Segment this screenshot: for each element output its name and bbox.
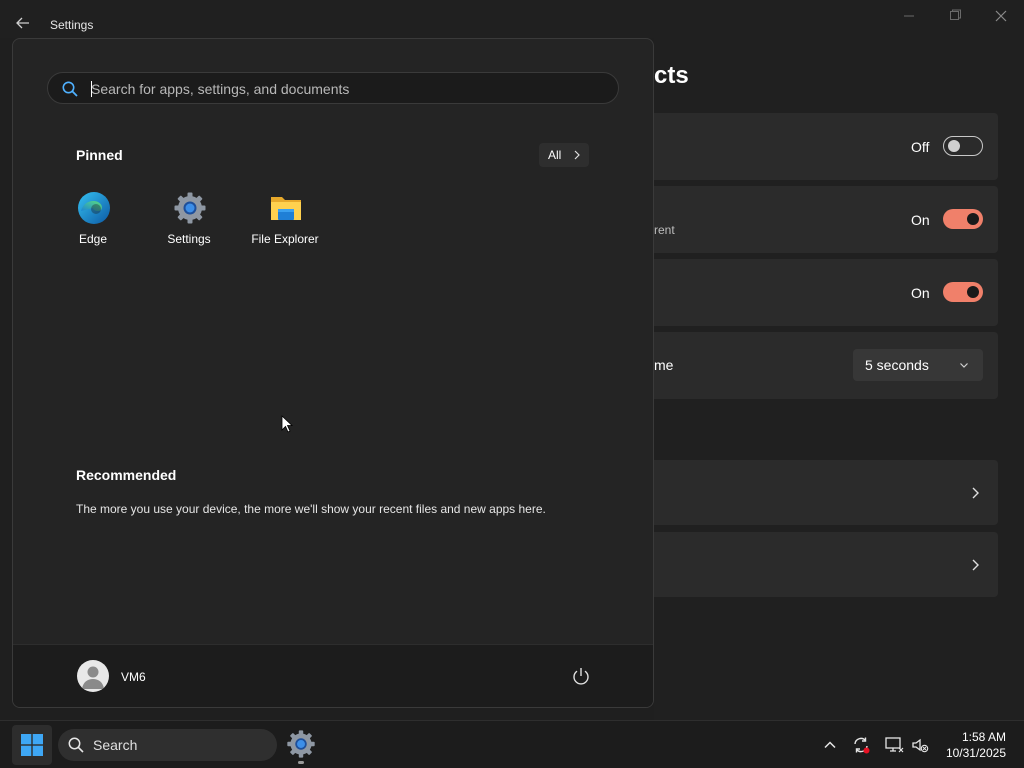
settings-row: Off — [654, 113, 998, 180]
user-name[interactable]: VM6 — [121, 670, 146, 684]
recommended-heading: Recommended — [76, 467, 177, 483]
chevron-right-icon — [972, 559, 979, 571]
toggle-knob — [948, 140, 960, 152]
search-placeholder: Search for apps, settings, and documents — [91, 81, 350, 97]
title-bar: Settings — [0, 0, 1024, 38]
app-label: Settings — [167, 232, 211, 246]
user-avatar-icon — [82, 666, 104, 689]
pinned-app-edge[interactable]: Edge — [45, 191, 141, 257]
taskbar-settings-icon[interactable] — [286, 729, 316, 759]
settings-link-row[interactable] — [654, 460, 998, 525]
edge-icon — [78, 192, 110, 224]
toggle-knob — [967, 213, 979, 225]
sync-icon[interactable] — [851, 735, 871, 755]
start-footer: VM6 — [13, 644, 653, 707]
clock[interactable]: 1:58 AM 10/31/2025 — [936, 729, 1006, 761]
toggle-switch[interactable] — [943, 282, 983, 302]
toggle-state-label: On — [911, 212, 930, 228]
app-label: Edge — [78, 232, 108, 246]
taskbar-search[interactable]: Search — [58, 729, 277, 761]
back-arrow-icon[interactable] — [14, 14, 32, 32]
toggle-state-label: Off — [911, 139, 930, 155]
settings-link-row[interactable] — [654, 532, 998, 597]
settings-row: rent On — [654, 186, 998, 253]
all-apps-button[interactable]: All — [539, 143, 589, 167]
pinned-app-settings[interactable]: Settings — [141, 191, 237, 257]
clock-time: 1:58 AM — [961, 730, 1006, 744]
start-button[interactable] — [12, 725, 52, 765]
mouse-cursor-icon — [281, 415, 293, 433]
page-heading: cts — [654, 62, 689, 89]
clock-date: 10/31/2025 — [945, 746, 1006, 760]
toggle-switch[interactable] — [943, 209, 983, 229]
chevron-up-icon[interactable] — [820, 735, 840, 755]
search-icon — [68, 737, 84, 753]
dropdown-value: 5 seconds — [865, 357, 929, 373]
start-search-input[interactable]: Search for apps, settings, and documents — [47, 72, 619, 104]
pinned-heading: Pinned — [76, 147, 123, 163]
network-icon[interactable] — [884, 735, 904, 755]
file-explorer-icon — [271, 197, 301, 220]
volume-muted-icon[interactable] — [910, 735, 930, 755]
row-subtitle: rent — [654, 223, 675, 237]
maximize-icon[interactable] — [945, 8, 965, 24]
settings-gear-icon — [174, 192, 206, 224]
search-icon — [62, 81, 78, 97]
windows-logo-icon — [21, 734, 43, 756]
app-label: File Explorer — [251, 232, 319, 246]
user-avatar[interactable] — [77, 660, 109, 692]
chevron-right-icon — [972, 487, 979, 499]
text-caret — [91, 81, 92, 97]
power-icon[interactable] — [571, 666, 591, 686]
duration-dropdown[interactable]: 5 seconds — [853, 349, 983, 381]
recommended-message: The more you use your device, the more w… — [76, 502, 546, 516]
pinned-app-file-explorer[interactable]: File Explorer — [237, 191, 333, 257]
minimize-icon[interactable] — [899, 8, 919, 24]
settings-row: On — [654, 259, 998, 326]
toggle-state-label: On — [911, 285, 930, 301]
chevron-right-icon — [574, 150, 580, 160]
toggle-switch[interactable] — [943, 136, 983, 156]
start-menu: Search for apps, settings, and documents… — [12, 38, 654, 708]
chevron-down-icon — [960, 363, 968, 368]
window-title: Settings — [50, 18, 94, 32]
running-indicator — [298, 761, 304, 764]
taskbar: Search 1:58 AM 10/31/2025 — [0, 720, 1024, 768]
all-apps-label: All — [548, 148, 562, 162]
close-icon[interactable] — [991, 8, 1011, 24]
row-label: me — [654, 357, 674, 373]
taskbar-search-label: Search — [93, 737, 138, 753]
toggle-knob — [967, 286, 979, 298]
